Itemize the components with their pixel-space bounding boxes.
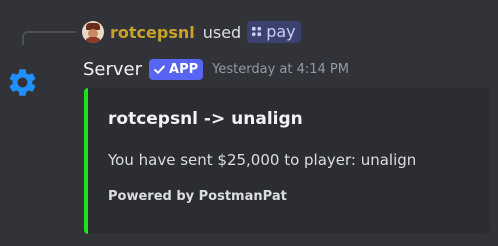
gear-icon[interactable] [6, 66, 39, 99]
message-header: Server APP Yesterday at 4:14 PM [83, 55, 349, 83]
slash-command-icon [252, 26, 262, 37]
embed-description: You have sent $25,000 to player: unalign [108, 151, 417, 169]
app-badge-label: APP [169, 61, 199, 77]
reply-username[interactable]: rotcepsnl [110, 23, 195, 42]
command-name: pay [266, 22, 296, 41]
embed-title: rotcepsnl -> unalign [108, 109, 303, 129]
app-badge: APP [149, 58, 204, 80]
embed-card: rotcepsnl -> unalign You have sent $25,0… [84, 88, 490, 234]
author-name[interactable]: Server [83, 59, 142, 80]
reply-connector [22, 31, 76, 45]
message-timestamp[interactable]: Yesterday at 4:14 PM [212, 62, 349, 77]
message-frame: rotcepsnl used pay Server APP Yesterday … [0, 0, 498, 246]
checkmark-icon [154, 64, 165, 74]
reply-action-text: used [202, 22, 242, 42]
command-mention[interactable]: pay [247, 21, 301, 43]
reply-reference[interactable]: rotcepsnl used pay [82, 19, 301, 45]
user-avatar-icon[interactable] [82, 21, 104, 43]
embed-footer: Powered by PostmanPat [108, 189, 287, 204]
